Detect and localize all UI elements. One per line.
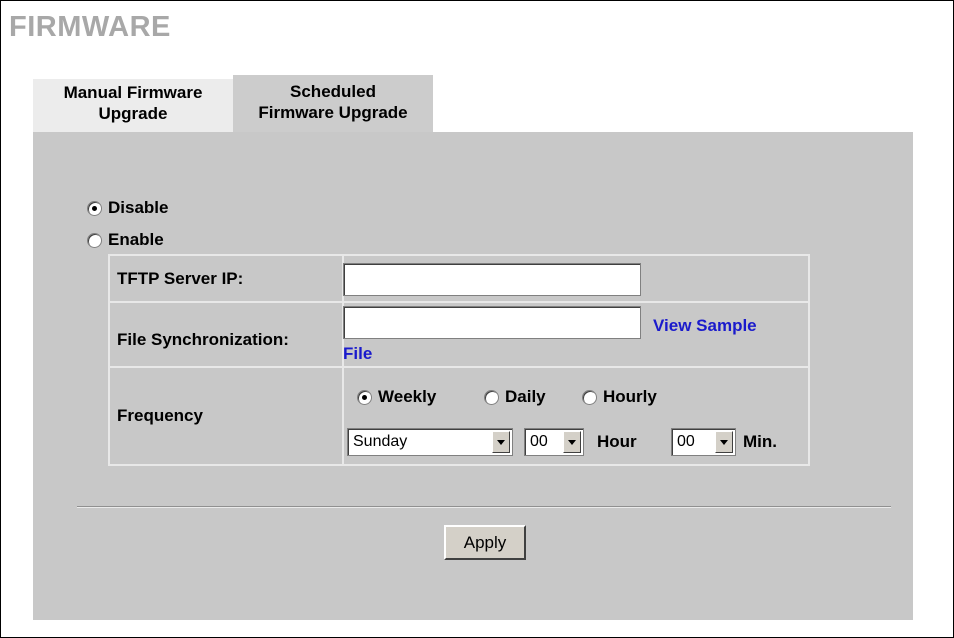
weekly-radio[interactable] xyxy=(357,389,372,405)
chevron-down-icon[interactable] xyxy=(492,431,510,453)
page-title: FIRMWARE xyxy=(9,11,171,43)
tab-label-line1: Manual Firmware xyxy=(63,83,203,102)
day-select-value: Sunday xyxy=(353,433,408,450)
file-synchronization-label: File Synchronization: xyxy=(117,330,289,349)
view-sample-file-link[interactable]: View Sample xyxy=(653,316,757,336)
divider xyxy=(77,506,891,508)
frequency-label: Frequency xyxy=(117,406,203,425)
disable-label: Disable xyxy=(108,198,169,217)
hour-select-value: 00 xyxy=(530,433,548,450)
day-select[interactable]: Sunday xyxy=(347,428,513,456)
firmware-page: FIRMWARE Manual Firmware Upgrade Schedul… xyxy=(0,0,954,638)
chevron-down-icon[interactable] xyxy=(715,431,733,453)
weekly-label: Weekly xyxy=(378,387,437,406)
tftp-label-cell: TFTP Server IP: xyxy=(109,255,343,302)
disable-option[interactable]: Disable xyxy=(87,198,168,218)
tab-label-line1: Scheduled xyxy=(290,82,376,101)
daily-radio[interactable] xyxy=(484,389,499,405)
hourly-radio[interactable] xyxy=(582,389,597,405)
tab-label-line2: Firmware Upgrade xyxy=(258,103,408,122)
tftp-server-ip-input[interactable] xyxy=(343,263,641,296)
weekly-option[interactable]: Weekly xyxy=(357,387,436,407)
file-synchronization-input[interactable] xyxy=(343,306,641,339)
hourly-label: Hourly xyxy=(603,387,657,406)
frequency-label-cell: Frequency xyxy=(109,367,343,465)
tab-manual-firmware-upgrade[interactable]: Manual Firmware Upgrade xyxy=(33,79,233,132)
hourly-option[interactable]: Hourly xyxy=(582,387,657,407)
tftp-server-ip-label: TFTP Server IP: xyxy=(117,269,244,288)
hour-select[interactable]: 00 xyxy=(524,428,584,456)
minute-select-value: 00 xyxy=(677,433,695,450)
hour-label: Hour xyxy=(597,432,637,451)
file-sync-label-cell: File Synchronization: xyxy=(109,302,343,367)
minute-label: Min. xyxy=(743,432,777,451)
minute-select[interactable]: 00 xyxy=(671,428,736,456)
daily-option[interactable]: Daily xyxy=(484,387,546,407)
tab-label-line2: Upgrade xyxy=(98,104,168,123)
tab-scheduled-firmware-upgrade[interactable]: Scheduled Firmware Upgrade xyxy=(233,75,433,132)
enable-option[interactable]: Enable xyxy=(87,230,164,250)
apply-button[interactable]: Apply xyxy=(444,525,526,560)
view-sample-file-link-line2[interactable]: File xyxy=(343,344,372,364)
daily-label: Daily xyxy=(505,387,546,406)
enable-label: Enable xyxy=(108,230,164,249)
enable-radio[interactable] xyxy=(87,232,102,248)
disable-radio[interactable] xyxy=(87,200,102,216)
chevron-down-icon[interactable] xyxy=(563,431,581,453)
